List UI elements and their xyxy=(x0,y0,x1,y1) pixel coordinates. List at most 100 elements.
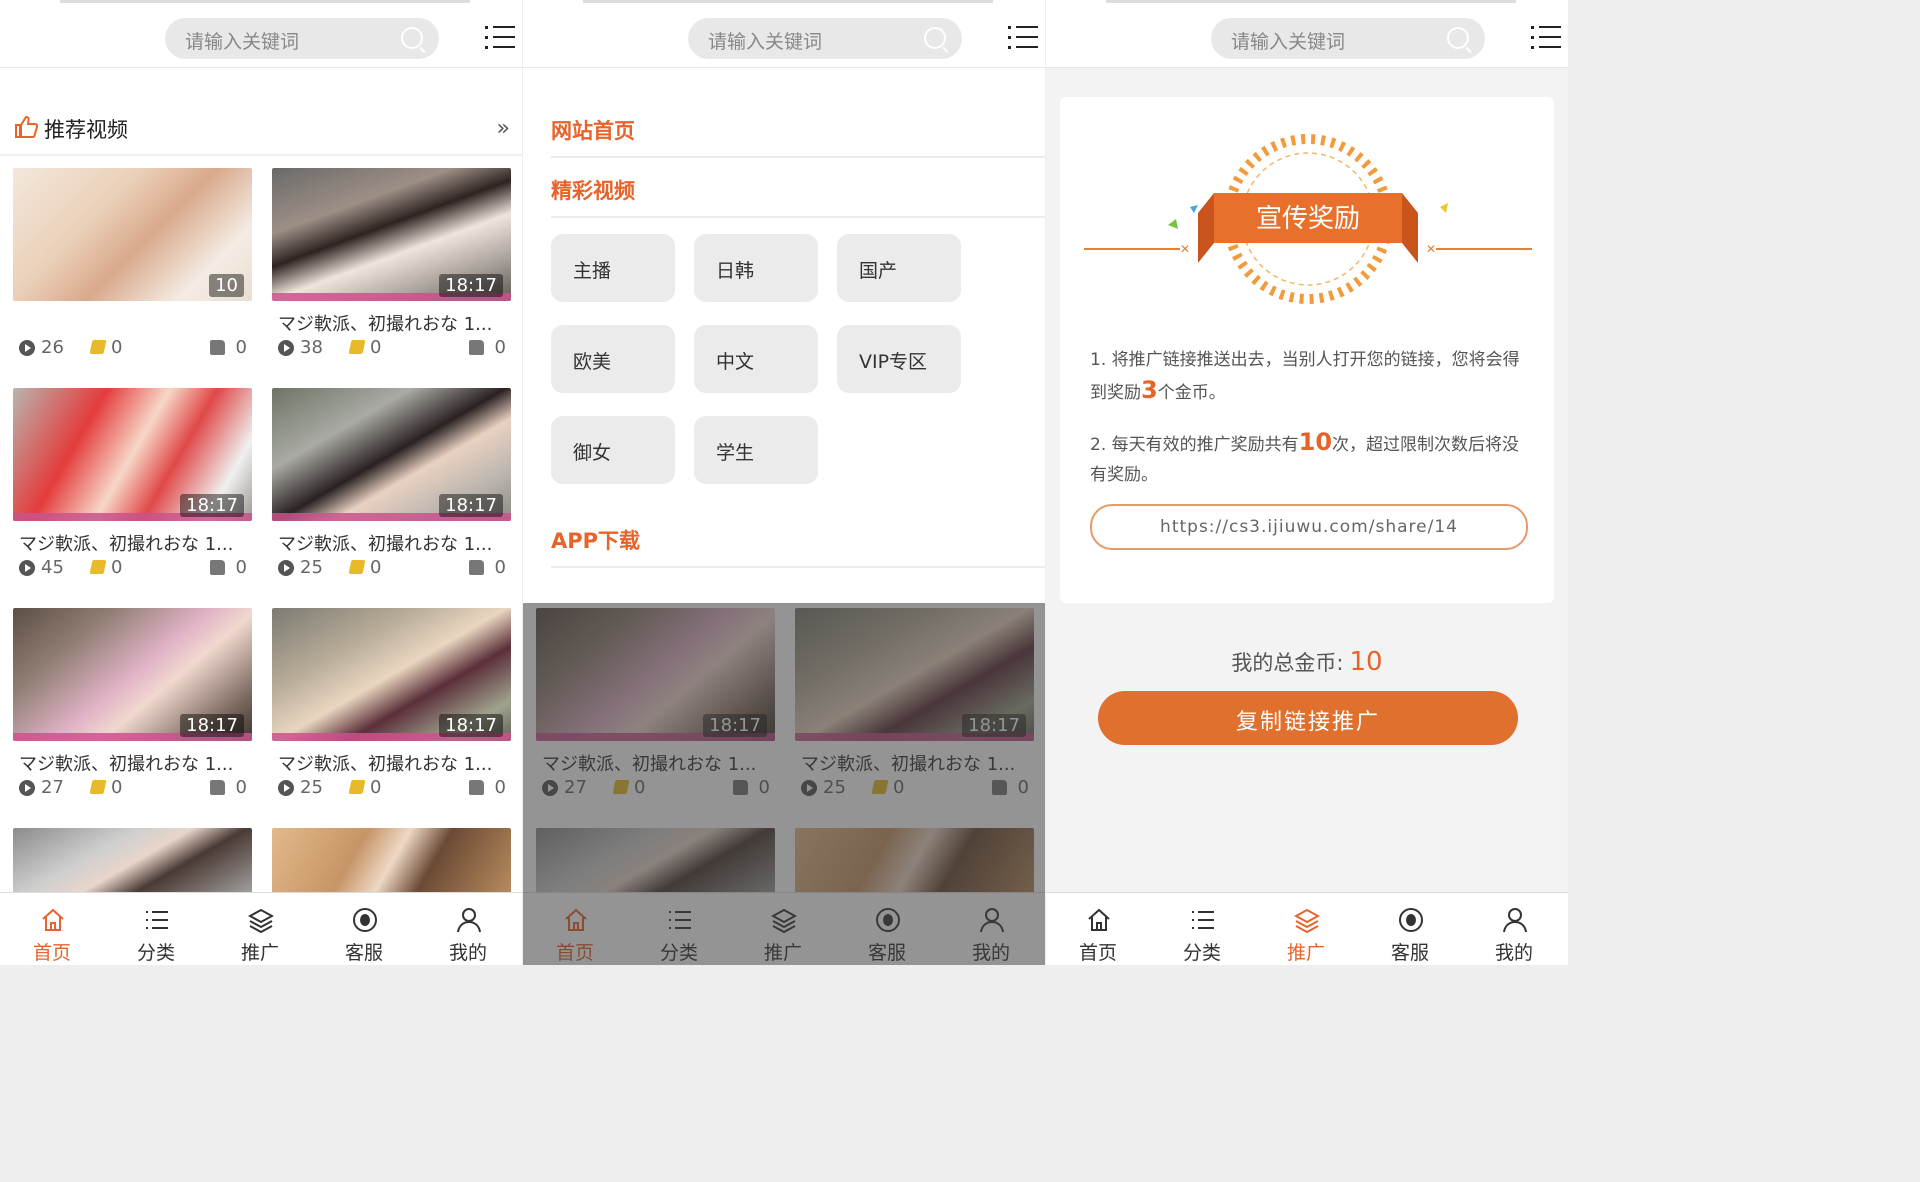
top-header: 请输入关键词 xyxy=(523,0,1045,68)
video-duration: 18:17 xyxy=(439,714,503,737)
menu-link-app-download[interactable]: APP下载 xyxy=(551,525,640,555)
video-thumbnail[interactable]: 18:17 xyxy=(13,608,252,741)
video-card[interactable]: 18:17 マジ軟派、初撮れおな 1... 45 0 0 xyxy=(13,388,252,588)
category-button[interactable]: 欧美 xyxy=(551,325,675,393)
menu-screen: 请输入关键词 网站首页 精彩视频 主播 日韩 国产 欧美 中文 VIP专区 御女… xyxy=(523,0,1045,965)
top-header: 请输入关键词 xyxy=(0,0,522,68)
video-title[interactable]: マジ軟派、初撮れおな 1... xyxy=(278,310,503,336)
promotion-card: ✕ ✕ 宣传奖励 1. 将推广链接推送出去，当别人打开您的链接，您将会得到奖励3… xyxy=(1060,97,1554,603)
video-card[interactable]: 18:17 マジ軟派、初撮れおな 1... 27 0 0 xyxy=(13,608,252,808)
like-count: 0 xyxy=(235,557,247,578)
nav-item-promote[interactable]: 推广 xyxy=(1254,893,1358,965)
video-title[interactable]: マジ軟派、初撮れおな 1... xyxy=(19,750,244,776)
rule-text: 2. 每天有效的推广奖励共有 xyxy=(1090,435,1299,455)
thumbs-up-icon xyxy=(15,116,38,138)
video-duration: 18:17 xyxy=(439,274,503,297)
nav-label: 我的 xyxy=(1494,942,1533,964)
nav-item-category[interactable]: 分类 xyxy=(104,893,208,965)
like-icon[interactable] xyxy=(210,560,225,575)
like-icon[interactable] xyxy=(210,780,225,795)
video-meta: 25 0 0 xyxy=(278,777,506,799)
category-button[interactable]: VIP专区 xyxy=(837,325,961,393)
nav-item-category[interactable]: 分类 xyxy=(1150,893,1254,965)
nav-item-profile[interactable]: 我的 xyxy=(1462,893,1566,965)
list-icon xyxy=(146,911,168,929)
list-menu-icon[interactable] xyxy=(1531,24,1561,52)
copy-link-button[interactable]: 复制链接推广 xyxy=(1098,691,1518,745)
list-menu-icon[interactable] xyxy=(1008,24,1038,52)
coin-count: 0 xyxy=(111,557,123,578)
video-duration: 18:17 xyxy=(180,494,244,517)
search-input[interactable]: 请输入关键词 xyxy=(1211,18,1485,59)
video-card[interactable] xyxy=(13,828,252,898)
video-thumbnail[interactable]: 18:17 xyxy=(13,388,252,521)
nav-label: 分类 xyxy=(1182,942,1221,964)
category-button[interactable]: 国产 xyxy=(837,234,961,302)
promo-rule-2: 2. 每天有效的推广奖励共有10次，超过限制次数后将没有奖励。 xyxy=(1090,427,1530,490)
video-title[interactable]: マジ軟派、初撮れおな 1... xyxy=(278,530,503,556)
video-thumbnail[interactable]: 18:17 xyxy=(272,168,511,301)
like-icon[interactable] xyxy=(469,780,484,795)
like-icon[interactable] xyxy=(210,340,225,355)
nav-item-promote[interactable]: 推广 xyxy=(208,893,312,965)
like-icon[interactable] xyxy=(469,560,484,575)
coin-icon xyxy=(89,560,107,574)
menu-link-featured[interactable]: 精彩视频 xyxy=(551,175,635,205)
like-count: 0 xyxy=(235,337,247,358)
play-icon xyxy=(278,560,294,576)
promotion-screen: 请输入关键词 ✕ ✕ 宣传奖励 1. 将推广链接推送出去，当别人打开您的链接，您 xyxy=(1046,0,1568,965)
total-coins: 我的总金币: 10 xyxy=(1046,647,1568,677)
nav-item-service[interactable]: 客服 xyxy=(312,893,416,965)
nav-item-profile[interactable]: 我的 xyxy=(416,893,520,965)
nav-item-service[interactable]: 客服 xyxy=(1358,893,1462,965)
home-screen: 请输入关键词 推荐视频 » 10 26 0 0 18:17 マジ軟派、初撮れおな… xyxy=(0,0,522,965)
view-count: 38 xyxy=(300,337,323,358)
view-count: 25 xyxy=(300,777,323,798)
play-icon xyxy=(19,340,35,356)
search-input[interactable]: 请输入关键词 xyxy=(688,18,962,59)
category-button[interactable]: 学生 xyxy=(694,416,818,484)
nav-label: 客服 xyxy=(344,942,383,964)
search-icon[interactable] xyxy=(401,27,423,49)
category-button[interactable]: 中文 xyxy=(694,325,818,393)
list-menu-icon[interactable] xyxy=(485,24,515,52)
coin-count: 0 xyxy=(370,337,382,358)
video-thumbnail[interactable]: 18:17 xyxy=(272,388,511,521)
nav-item-home[interactable]: 首页 xyxy=(0,893,104,965)
share-link-field[interactable]: https://cs3.ijiuwu.com/share/14 xyxy=(1090,504,1528,550)
video-title[interactable]: マジ軟派、初撮れおな 1... xyxy=(19,530,244,556)
nav-label: 推广 xyxy=(1286,942,1325,964)
video-thumbnail[interactable]: 18:17 xyxy=(272,608,511,741)
nav-item-home[interactable]: 首页 xyxy=(1046,893,1150,965)
category-button[interactable]: 御女 xyxy=(551,416,675,484)
video-thumbnail[interactable] xyxy=(13,828,252,898)
video-card[interactable]: 18:17 マジ軟派、初撮れおな 1... 25 0 0 xyxy=(272,608,511,808)
video-card[interactable]: 18:17 マジ軟派、初撮れおな 1... 38 0 0 xyxy=(272,168,511,368)
video-thumbnail[interactable]: 10 xyxy=(13,168,252,301)
layers-icon xyxy=(1294,908,1320,933)
double-chevron-right-icon[interactable]: » xyxy=(497,116,510,141)
nav-label: 分类 xyxy=(136,942,175,964)
like-count: 0 xyxy=(235,777,247,798)
bottom-nav: 首页 分类 推广 客服 我的 xyxy=(0,892,522,965)
search-input[interactable]: 请输入关键词 xyxy=(165,18,439,59)
menu-link-home[interactable]: 网站首页 xyxy=(551,115,635,145)
category-button[interactable]: 主播 xyxy=(551,234,675,302)
video-card[interactable] xyxy=(272,828,511,898)
view-count: 27 xyxy=(41,777,64,798)
search-icon[interactable] xyxy=(924,27,946,49)
video-meta: 45 0 0 xyxy=(19,557,247,579)
search-icon[interactable] xyxy=(1447,27,1469,49)
video-card[interactable]: 18:17 マジ軟派、初撮れおな 1... 25 0 0 xyxy=(272,388,511,588)
coin-icon xyxy=(89,780,107,794)
reward-badge-title: 宣传奖励 xyxy=(1256,204,1360,234)
play-icon xyxy=(19,560,35,576)
dim-overlay[interactable] xyxy=(523,603,1045,965)
video-thumbnail[interactable] xyxy=(272,828,511,898)
video-title[interactable]: マジ軟派、初撮れおな 1... xyxy=(278,750,503,776)
video-duration: 18:17 xyxy=(439,494,503,517)
video-card[interactable]: 10 26 0 0 xyxy=(13,168,252,368)
search-placeholder: 请输入关键词 xyxy=(185,31,300,53)
category-button[interactable]: 日韩 xyxy=(694,234,818,302)
like-icon[interactable] xyxy=(469,340,484,355)
